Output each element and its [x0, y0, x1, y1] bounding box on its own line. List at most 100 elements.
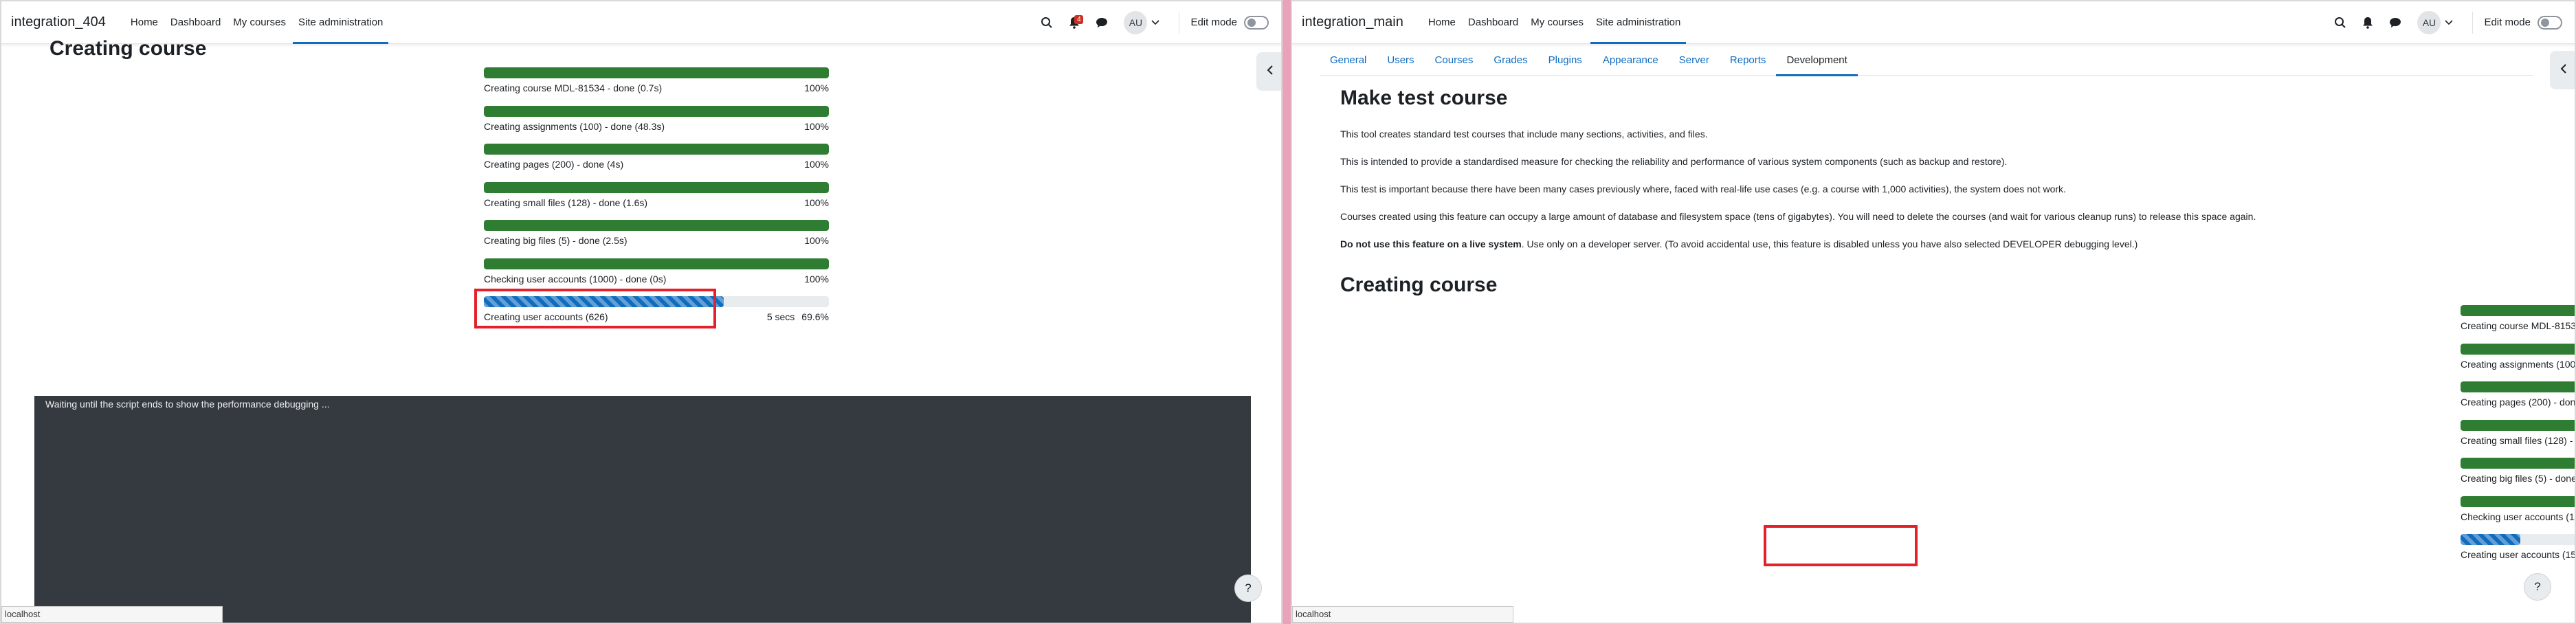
intro-paragraph: Courses created using this feature can o… — [1340, 211, 2256, 222]
browser-status-bar: localhost — [1, 606, 223, 623]
drawer-toggle-button[interactable] — [2550, 51, 2575, 89]
progress-percent: 100% — [804, 120, 829, 132]
admin-secondary-nav: General Users Courses Grades Plugins App… — [1320, 44, 2533, 76]
nav-site-administration[interactable]: Site administration — [292, 1, 389, 44]
warning-bold: Do not use this feature on a live system — [1340, 238, 1522, 249]
highlight-box — [1764, 525, 1918, 566]
progress-fill — [2461, 381, 2575, 392]
progress-row: Creating small files (128) - done (1.6s)… — [484, 181, 829, 216]
progress-row: Creating course MDL-81534 - done (0.7s) 1… — [484, 67, 829, 102]
warning-paragraph: Do not use this feature on a live system… — [1340, 238, 2138, 249]
progress-fill — [2461, 419, 2575, 431]
progress-label: Creating small files (128) - done (1.1s) — [2461, 434, 2575, 446]
progress-time-remaining: 5 secs — [766, 311, 795, 322]
progress-fill — [2461, 305, 2575, 316]
warning-text: . Use only on a developer server. (To av… — [1521, 238, 2138, 249]
nav-site-administration[interactable]: Site administration — [1590, 1, 1687, 44]
progress-fill — [2461, 343, 2575, 355]
progress-track — [2461, 534, 2575, 545]
nav-my-courses[interactable]: My courses — [1525, 1, 1589, 44]
progress-row: Creating big files (5) - done (2.4s)100% — [2461, 458, 2575, 492]
progress-row: Creating course MDL-81534 - done (0.7s)1… — [2461, 305, 2575, 339]
tab-server[interactable]: Server — [1669, 44, 1720, 76]
browser-status-bar: localhost — [1292, 606, 1513, 623]
tab-reports[interactable]: Reports — [1720, 44, 1777, 76]
chevron-down-icon[interactable] — [1147, 9, 1164, 36]
page-heading: Creating course — [49, 37, 207, 60]
progress-meta: 100% — [804, 197, 829, 208]
progress-meta: 100% — [804, 82, 829, 93]
progress-meta: 100% — [804, 159, 829, 170]
tab-courses[interactable]: Courses — [1425, 44, 1484, 76]
progress-percent: 69.6% — [801, 311, 829, 322]
progress-track — [484, 220, 829, 231]
user-nav: 4 AU Edit mode — [1033, 9, 1281, 36]
progress-track — [2461, 381, 2575, 392]
progress-row: Creating assignments (100) - done (48.3s… — [484, 105, 829, 140]
edit-mode-label: Edit mode — [2484, 16, 2531, 28]
progress-label: Creating user accounts (156) — [2461, 549, 2576, 560]
site-brand[interactable]: integration_404 — [11, 14, 106, 30]
chat-icon[interactable] — [2381, 9, 2409, 36]
progress-meta: 100% — [804, 235, 829, 246]
progress-percent: 100% — [804, 159, 829, 170]
nav-home[interactable]: Home — [1423, 1, 1461, 44]
edit-mode-toggle[interactable] — [2538, 15, 2562, 30]
help-button[interactable]: ? — [1234, 575, 1262, 602]
bell-icon[interactable]: 4 — [1061, 9, 1088, 36]
progress-fill — [2461, 534, 2520, 545]
nav-divider — [2472, 11, 2474, 34]
progress-label: Creating pages (200) - done (4s) — [484, 159, 624, 170]
progress-track — [2461, 458, 2575, 469]
tab-grades[interactable]: Grades — [1483, 44, 1537, 76]
progress-track — [2461, 495, 2575, 507]
bell-icon[interactable] — [2354, 9, 2381, 36]
top-navbar: integration_main Home Dashboard My cours… — [1292, 1, 2575, 44]
progress-fill — [484, 105, 829, 117]
primary-nav: Home Dashboard My courses Site administr… — [1423, 1, 1688, 44]
highlight-box — [474, 289, 716, 328]
progress-fill — [484, 67, 829, 78]
progress-track — [484, 258, 829, 269]
progress-label: Creating assignments (100) - done (47.5s… — [2461, 358, 2576, 370]
right-browser-pane: integration_main Home Dashboard My cours… — [1291, 0, 2576, 624]
progress-meta: 100% — [804, 274, 829, 285]
progress-label: Creating course MDL-81534 - done (0.7s) — [484, 82, 663, 93]
progress-row: Creating big files (5) - done (2.5s) 100% — [484, 220, 829, 254]
search-icon[interactable] — [2327, 9, 2354, 36]
chat-icon[interactable] — [1088, 9, 1115, 36]
site-brand[interactable]: integration_main — [1302, 14, 1403, 30]
tab-plugins[interactable]: Plugins — [1538, 44, 1592, 76]
progress-track — [484, 67, 829, 78]
progress-row: Checking user accounts (1000) - done (0s… — [484, 258, 829, 293]
tab-appearance[interactable]: Appearance — [1592, 44, 1669, 76]
tab-users[interactable]: Users — [1377, 44, 1424, 76]
progress-row: Creating assignments (100) - done (47.5s… — [2461, 343, 2576, 378]
tab-development[interactable]: Development — [1776, 44, 1858, 76]
search-icon[interactable] — [1033, 9, 1061, 36]
progress-fill — [484, 181, 829, 193]
drawer-toggle-button[interactable] — [1256, 52, 1281, 91]
progress-meta: 100% — [804, 121, 829, 132]
edit-mode-toggle[interactable] — [1244, 15, 1269, 30]
avatar[interactable]: AU — [1124, 10, 1148, 34]
notification-badge: 4 — [1074, 14, 1084, 24]
help-button[interactable]: ? — [2524, 573, 2551, 601]
chevron-left-icon — [2560, 63, 2567, 77]
avatar[interactable]: AU — [2417, 10, 2441, 34]
progress-row: Checking user accounts (1000) - done (0s… — [2461, 495, 2575, 531]
progress-row: Creating pages (200) - done (4s)100% — [2461, 381, 2576, 416]
progress-label: Checking user accounts (1000) - done (0s… — [2461, 511, 2575, 522]
progress-label: Creating pages (200) - done (4s) — [2461, 397, 2576, 408]
progress-track — [484, 105, 829, 117]
progress-fill — [2461, 458, 2575, 469]
progress-track — [2461, 305, 2575, 316]
debug-message: Waiting until the script ends to show th… — [45, 399, 330, 410]
nav-my-courses[interactable]: My courses — [227, 1, 291, 44]
tab-general[interactable]: General — [1320, 44, 1377, 76]
progress-label: Creating small files (128) - done (1.6s) — [484, 197, 648, 208]
progress-percent: 100% — [804, 197, 829, 208]
chevron-down-icon[interactable] — [2441, 9, 2457, 36]
nav-dashboard[interactable]: Dashboard — [1463, 1, 1524, 44]
progress-label: Creating big files (5) - done (2.5s) — [484, 235, 628, 246]
